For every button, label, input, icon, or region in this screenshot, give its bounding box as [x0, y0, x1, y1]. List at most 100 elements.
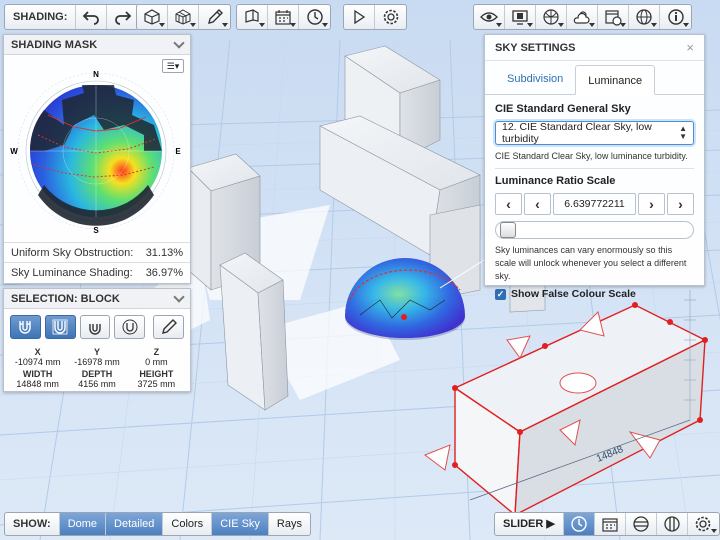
show-detailed-button[interactable]: Detailed [106, 513, 164, 535]
redo-icon [115, 11, 132, 25]
slider-settings-button[interactable] [688, 513, 719, 535]
analysis-toolbar [236, 4, 331, 30]
box-tool-button[interactable] [137, 5, 168, 29]
tab-subdivision[interactable]: Subdivision [495, 64, 575, 94]
shadow-tool-button[interactable] [237, 5, 268, 29]
selection-dimensions: X -10974 mm Y -16978 mm Z 0 mm WIDTH 148… [4, 345, 190, 389]
x-value[interactable]: -10974 mm [8, 357, 67, 367]
slider-toolbar: SLIDER ▶ [494, 512, 720, 536]
ratio-decrease-large-button[interactable]: ‹ [495, 193, 522, 215]
mask-menu-button[interactable]: ☰▾ [162, 59, 184, 73]
mesh-tool-button[interactable] [168, 5, 199, 29]
clock-icon [306, 9, 323, 25]
schedule-button[interactable] [598, 5, 629, 29]
stat-label: Uniform Sky Obstruction: [11, 246, 134, 259]
longitude-globe-icon [664, 516, 680, 532]
false-colour-label: Show False Colour Scale [511, 288, 636, 300]
ratio-stepper: ‹ ‹ 6.639772211 › › [495, 193, 694, 215]
clock-icon [571, 516, 587, 532]
magnet-point-icon [122, 319, 138, 335]
ratio-decrease-button[interactable]: ‹ [524, 193, 551, 215]
create-toolbar [136, 4, 231, 30]
show-colors-button[interactable]: Colors [163, 513, 213, 535]
tab-luminance[interactable]: Luminance [575, 65, 656, 95]
false-colour-toggle[interactable]: ✓ Show False Colour Scale [485, 288, 704, 300]
show-rays-button[interactable]: Rays [269, 513, 310, 535]
pencil-icon [207, 9, 223, 24]
compass-east: E [175, 147, 181, 156]
dropdown-arrow-icon [710, 529, 717, 533]
ratio-increase-large-button[interactable]: › [667, 193, 694, 215]
width-value[interactable]: 14848 mm [8, 379, 67, 389]
magnet-icon [19, 321, 32, 334]
shading-label: SHADING: [5, 5, 77, 29]
ratio-increase-button[interactable]: › [638, 193, 665, 215]
slider-date-button[interactable] [595, 513, 626, 535]
show-cie-sky-button[interactable]: CIE Sky [212, 513, 269, 535]
uniform-sky-obstruction-row: Uniform Sky Obstruction: 31.13% [4, 242, 190, 262]
play-triangle-icon: ▶ [546, 518, 555, 530]
slider-button[interactable]: SLIDER ▶ [495, 513, 564, 535]
y-value[interactable]: -16978 mm [67, 357, 126, 367]
info-icon [667, 9, 684, 25]
playback-toolbar [343, 4, 407, 30]
z-label: Z [153, 347, 160, 357]
undo-button[interactable] [76, 5, 108, 29]
show-dome-button[interactable]: Dome [59, 513, 107, 535]
visibility-button[interactable] [474, 5, 505, 29]
sky-settings-header: SKY SETTINGS × [485, 35, 704, 61]
depth-value[interactable]: 4156 mm [67, 379, 126, 389]
pencil-icon [161, 319, 177, 334]
gear-icon [383, 9, 398, 25]
settings-button[interactable] [375, 5, 406, 29]
selection-header[interactable]: SELECTION: BLOCK [4, 289, 190, 309]
stat-label: Sky Luminance Shading: [11, 266, 133, 279]
show-label: SHOW: [5, 513, 60, 535]
slider-latitude-button[interactable] [626, 513, 657, 535]
display-button[interactable] [505, 5, 536, 29]
sun-path-button[interactable] [536, 5, 567, 29]
sky-settings-title: SKY SETTINGS [495, 41, 576, 54]
chevron-right-icon: › [678, 196, 683, 212]
height-value[interactable]: 3725 mm [127, 379, 186, 389]
ratio-slider[interactable] [495, 221, 694, 239]
shading-mask-title: SHADING MASK [11, 38, 98, 51]
compass-south: S [93, 226, 99, 235]
weather-button[interactable] [567, 5, 598, 29]
date-button[interactable] [268, 5, 299, 29]
shading-mask-header[interactable]: SHADING MASK [4, 35, 190, 55]
magnet-face-icon [52, 319, 68, 335]
ratio-value-input[interactable]: 6.639772211 [553, 193, 636, 215]
edit-button[interactable] [153, 315, 184, 339]
select-face-button[interactable] [44, 315, 76, 339]
shading-mask-panel: SHADING MASK ☰▾ N S E W Uniform Sky Obst… [3, 34, 191, 284]
time-button[interactable] [299, 5, 330, 29]
play-button[interactable] [344, 5, 375, 29]
selection-title: SELECTION: BLOCK [11, 292, 120, 305]
sky-tabs: Subdivision Luminance [485, 61, 704, 95]
checkbox-checked-icon[interactable]: ✓ [495, 288, 506, 300]
slider-label: SLIDER [503, 518, 544, 530]
info-button[interactable] [660, 5, 691, 29]
redo-button[interactable] [107, 5, 138, 29]
z-value[interactable]: 0 mm [127, 357, 186, 367]
select-edge-button[interactable] [79, 315, 111, 339]
ratio-heading: Luminance Ratio Scale [495, 175, 616, 187]
location-button[interactable] [629, 5, 660, 29]
sky-settings-panel: SKY SETTINGS × Subdivision Luminance CIE… [484, 34, 705, 300]
draw-tool-button[interactable] [199, 5, 230, 29]
slider-longitude-button[interactable] [657, 513, 688, 535]
slider-time-button[interactable] [563, 513, 595, 535]
close-icon[interactable]: × [686, 40, 694, 55]
select-object-button[interactable] [10, 315, 41, 339]
select-point-button[interactable] [114, 315, 146, 339]
menu-icon: ☰▾ [166, 61, 180, 71]
calendar-icon [602, 518, 618, 532]
stat-value: 31.13% [145, 246, 183, 259]
ratio-slider-handle[interactable] [500, 222, 516, 238]
sky-type-select[interactable]: 12. CIE Standard Clear Sky, low turbidit… [495, 121, 694, 145]
stat-value: 36.97% [145, 266, 183, 279]
chevron-left-icon: ‹ [506, 196, 511, 212]
collapse-chevron-icon[interactable] [173, 290, 185, 303]
collapse-chevron-icon[interactable] [173, 36, 185, 49]
